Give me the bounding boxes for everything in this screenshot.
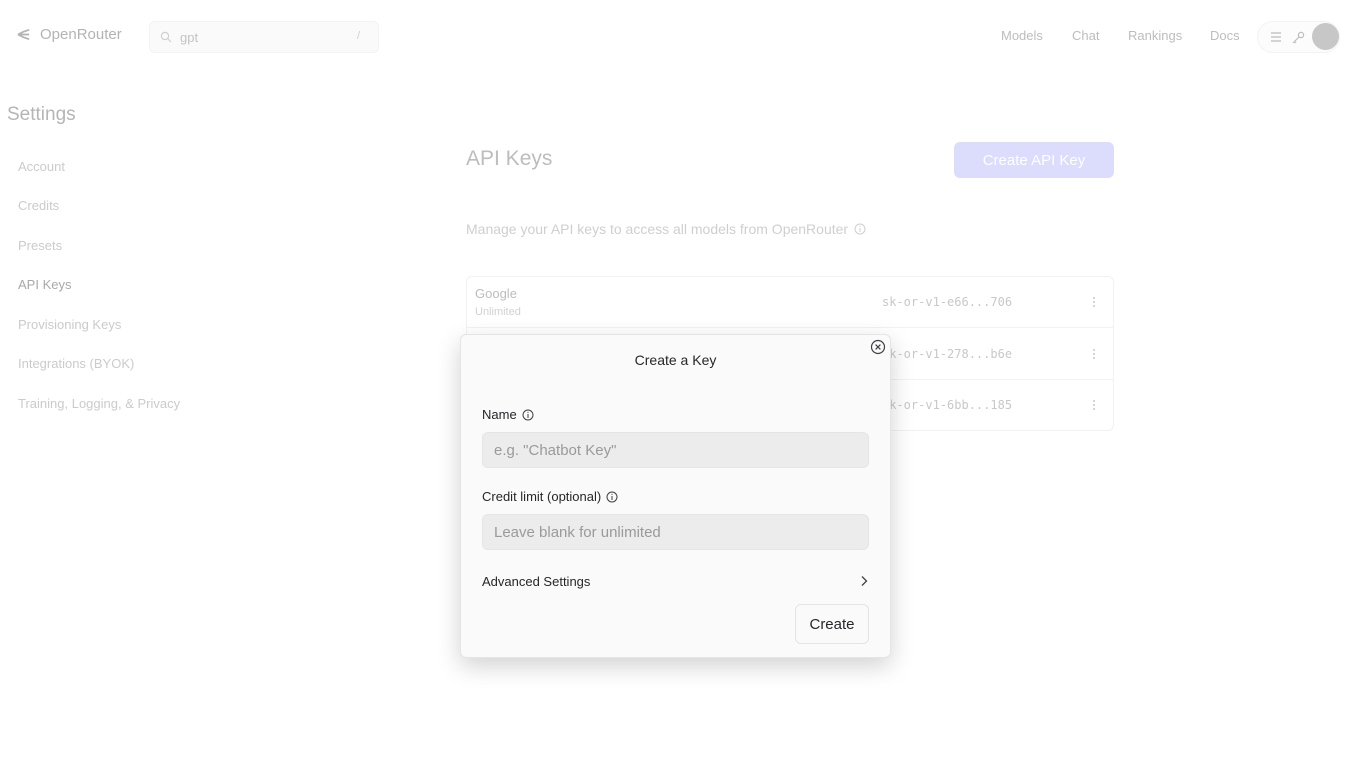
- close-icon[interactable]: [870, 339, 886, 355]
- key-icon: [1292, 31, 1305, 44]
- avatar[interactable]: [1312, 23, 1339, 50]
- more-options-icon[interactable]: [1091, 347, 1097, 361]
- create-button[interactable]: Create: [795, 604, 869, 644]
- sidebar-item-privacy[interactable]: Training, Logging, & Privacy: [18, 396, 180, 411]
- sidebar-item-api-keys[interactable]: API Keys: [18, 277, 71, 292]
- name-label-text: Name: [482, 407, 517, 422]
- credit-limit-label: Credit limit (optional): [482, 489, 618, 504]
- key-value: sk-or-v1-278...b6e: [882, 347, 1013, 361]
- logo[interactable]: OpenRouter: [17, 26, 122, 43]
- name-label: Name: [482, 407, 534, 422]
- search-input[interactable]: gpt /: [149, 21, 379, 53]
- key-name: Google: [475, 286, 517, 301]
- chevron-right-icon: [861, 576, 868, 586]
- key-limit: Unlimited: [475, 306, 521, 318]
- page-title: API Keys: [466, 147, 553, 170]
- credit-limit-input[interactable]: [482, 514, 869, 550]
- nav-chat[interactable]: Chat: [1072, 28, 1099, 43]
- sidebar-item-integrations[interactable]: Integrations (BYOK): [18, 356, 134, 371]
- info-icon[interactable]: [522, 409, 534, 421]
- credit-limit-label-text: Credit limit (optional): [482, 489, 602, 504]
- nav-models[interactable]: Models: [1001, 28, 1043, 43]
- create-key-dialog: Create a Key Name Credit limit (optional…: [460, 334, 891, 658]
- advanced-settings-label: Advanced Settings: [482, 573, 591, 589]
- advanced-settings-toggle[interactable]: Advanced Settings: [482, 572, 869, 590]
- more-options-icon[interactable]: [1091, 398, 1097, 412]
- top-navigation: OpenRouter gpt / Models Chat Rankings Do…: [0, 0, 1372, 74]
- sidebar-item-credits[interactable]: Credits: [18, 198, 59, 213]
- nav-rankings[interactable]: Rankings: [1128, 28, 1182, 43]
- info-icon[interactable]: [606, 491, 618, 503]
- key-value: sk-or-v1-6bb...185: [882, 398, 1013, 412]
- sidebar-item-presets[interactable]: Presets: [18, 238, 62, 253]
- create-api-key-button[interactable]: Create API Key: [954, 142, 1114, 178]
- hamburger-icon: [1271, 32, 1281, 42]
- key-value: sk-or-v1-e66...706: [882, 295, 1013, 309]
- subtitle-text: Manage your API keys to access all model…: [466, 221, 849, 237]
- search-shortcut: /: [356, 30, 360, 42]
- page-subtitle: Manage your API keys to access all model…: [466, 221, 866, 237]
- info-icon[interactable]: [854, 223, 866, 235]
- table-row[interactable]: Google Unlimited sk-or-v1-e66...706: [467, 277, 1113, 328]
- settings-title: Settings: [7, 104, 76, 125]
- search-value: gpt: [180, 29, 199, 45]
- more-options-icon[interactable]: [1091, 295, 1097, 309]
- nav-docs[interactable]: Docs: [1210, 28, 1240, 43]
- logo-text: OpenRouter: [40, 26, 122, 43]
- openrouter-logo-icon: [17, 29, 30, 40]
- sidebar-item-account[interactable]: Account: [18, 159, 65, 174]
- search-icon: [160, 31, 172, 43]
- dialog-title: Create a Key: [634, 352, 717, 368]
- name-input[interactable]: [482, 432, 869, 468]
- sidebar-item-provisioning-keys[interactable]: Provisioning Keys: [18, 317, 121, 332]
